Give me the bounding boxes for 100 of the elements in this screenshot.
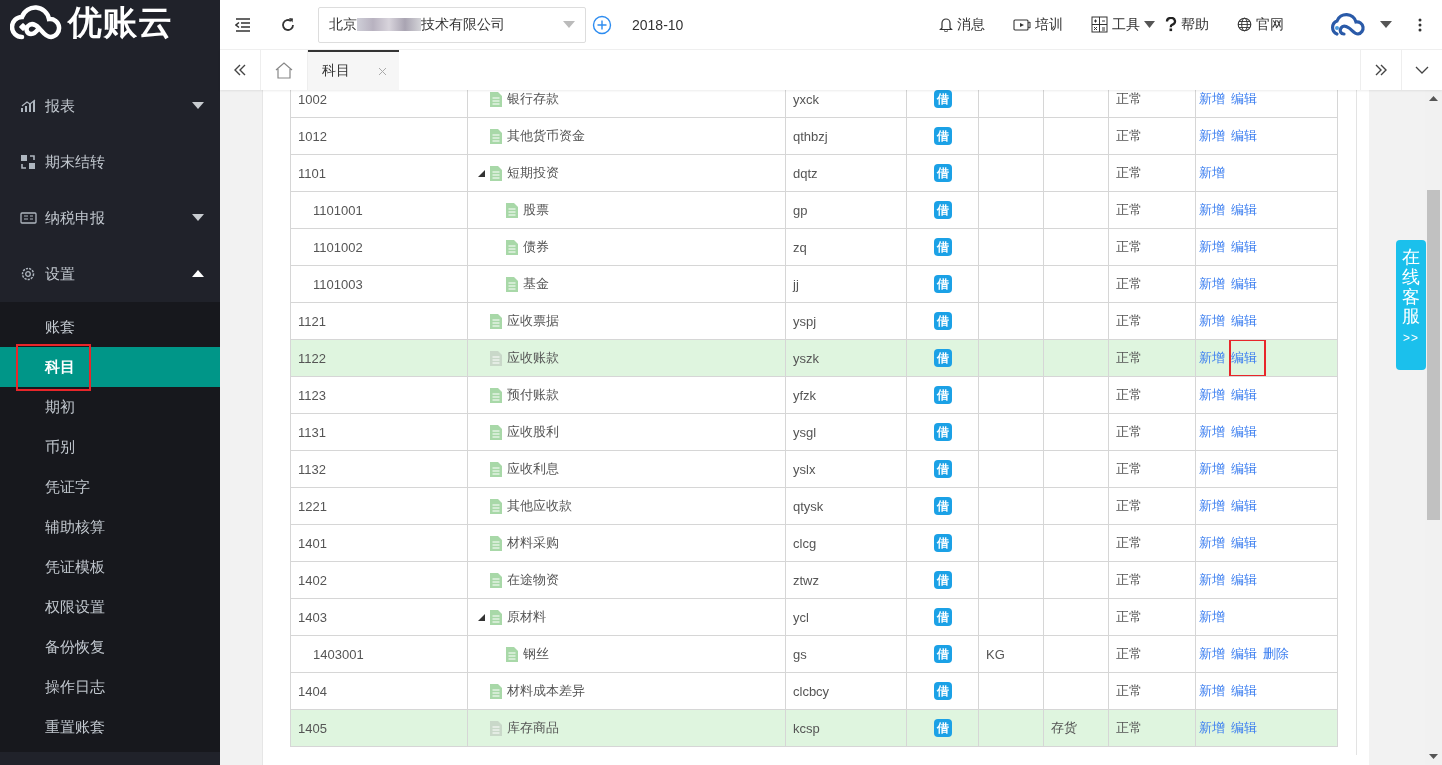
expanded-arrow-icon[interactable] <box>478 169 485 177</box>
edit-link[interactable]: 编辑 <box>1231 460 1257 478</box>
status-text: 正常 <box>1116 91 1142 106</box>
delete-link[interactable]: 删除 <box>1263 645 1289 663</box>
edit-link[interactable]: 编辑 <box>1231 534 1257 552</box>
subject-code: 1131 <box>298 424 326 440</box>
add-link[interactable]: 新增 <box>1199 127 1225 145</box>
submenu-item[interactable]: 重置账套 <box>0 707 220 747</box>
sidebar-item[interactable]: 报表 <box>45 96 75 116</box>
edit-link[interactable]: 编辑 <box>1231 90 1257 108</box>
table-row[interactable]: 1403001 钢丝 gs 借 KG 正常 新增 编辑 删除 <box>290 635 1338 673</box>
company-select[interactable]: 北京 技术有限公司 <box>318 6 586 43</box>
edit-link[interactable]: 编辑 <box>1231 201 1257 219</box>
add-link[interactable]: 新增 <box>1199 682 1225 700</box>
edit-link[interactable]: 编辑 <box>1231 571 1257 589</box>
add-link[interactable]: 新增 <box>1199 534 1225 552</box>
scroll-down-icon[interactable] <box>1429 754 1438 759</box>
sidebar-item[interactable]: 期末结转 <box>45 152 105 172</box>
edit-link[interactable]: 编辑 <box>1231 312 1257 330</box>
expanded-arrow-icon[interactable] <box>478 613 485 621</box>
table-row[interactable]: 1002 银行存款 yxck 借 正常 新增 编辑 <box>290 90 1338 118</box>
table-row[interactable]: 1402 在途物资 ztwz 借 正常 新增 编辑 <box>290 561 1338 599</box>
table-row[interactable]: 1404 材料成本差异 clcbcy 借 正常 新增 编辑 <box>290 672 1338 710</box>
edit-link[interactable]: 编辑 <box>1231 238 1257 256</box>
add-link[interactable]: 新增 <box>1199 423 1225 441</box>
globe-icon <box>1237 17 1252 32</box>
sidebar-item[interactable]: 设置 <box>45 264 75 284</box>
edit-link[interactable]: 编辑 <box>1231 645 1257 663</box>
table-row[interactable]: 1221 其他应收款 qtysk 借 正常 新增 编辑 <box>290 487 1338 525</box>
submenu-item[interactable]: 凭证字 <box>0 467 220 507</box>
edit-link[interactable]: 编辑 <box>1231 275 1257 293</box>
subject-name: 短期投资 <box>507 164 559 182</box>
toolbar-link[interactable]: 帮助 <box>1165 15 1209 34</box>
more-icon[interactable] <box>1418 17 1422 32</box>
table-row[interactable]: 1101003 基金 jj 借 正常 新增 编辑 <box>290 265 1338 303</box>
edit-link[interactable]: 编辑 <box>1229 340 1266 376</box>
add-link[interactable]: 新增 <box>1199 164 1225 182</box>
subject-code: 1403 <box>298 609 327 625</box>
add-link[interactable]: 新增 <box>1199 497 1225 515</box>
direction-badge: 借 <box>933 497 952 515</box>
submenu-item[interactable]: 辅助核算 <box>0 507 220 547</box>
table-row[interactable]: 1403 原材料 ycl 借 正常 新增 <box>290 598 1338 636</box>
submenu-item[interactable]: 权限设置 <box>0 587 220 627</box>
edit-link[interactable]: 编辑 <box>1231 386 1257 404</box>
add-link[interactable]: 新增 <box>1199 238 1225 256</box>
direction-badge: 借 <box>933 608 952 626</box>
submenu-item[interactable]: 备份恢复 <box>0 627 220 667</box>
redacted-text-icon <box>357 18 421 31</box>
add-icon[interactable] <box>592 14 612 35</box>
page-tab[interactable]: 科目 <box>308 50 399 90</box>
add-link[interactable]: 新增 <box>1199 460 1225 478</box>
add-link[interactable]: 新增 <box>1199 349 1225 367</box>
submenu-item[interactable]: 期初 <box>0 387 220 427</box>
caret-icon[interactable] <box>1380 21 1392 28</box>
edit-link[interactable]: 编辑 <box>1231 497 1257 515</box>
table-row[interactable]: 1101001 股票 gp 借 正常 新增 编辑 <box>290 191 1338 229</box>
submenu-item[interactable]: 凭证模板 <box>0 547 220 587</box>
table-row[interactable]: 1122 应收账款 yszk 借 正常 新增 编辑 <box>290 339 1338 377</box>
edit-link[interactable]: 编辑 <box>1231 719 1257 737</box>
add-link[interactable]: 新增 <box>1199 275 1225 293</box>
submenu-item[interactable]: 操作日志 <box>0 667 220 707</box>
direction-badge: 借 <box>933 201 952 219</box>
table-row[interactable]: 1121 应收票据 yspj 借 正常 新增 编辑 <box>290 302 1338 340</box>
subject-name: 应收利息 <box>507 460 559 478</box>
document-icon <box>506 239 518 255</box>
status-text: 正常 <box>1116 461 1142 476</box>
status-text: 正常 <box>1116 313 1142 328</box>
add-link[interactable]: 新增 <box>1199 312 1225 330</box>
add-link[interactable]: 新增 <box>1199 719 1225 737</box>
edit-link[interactable]: 编辑 <box>1231 127 1257 145</box>
direction-badge: 借 <box>933 238 952 256</box>
subject-code: 1132 <box>298 461 326 477</box>
table-row[interactable]: 1401 材料采购 clcg 借 正常 新增 编辑 <box>290 524 1338 562</box>
add-link[interactable]: 新增 <box>1199 201 1225 219</box>
table-row[interactable]: 1012 其他货币资金 qthbzj 借 正常 新增 编辑 <box>290 117 1338 155</box>
sidebar-item[interactable]: 纳税申报 <box>45 208 105 228</box>
add-link[interactable]: 新增 <box>1199 608 1225 626</box>
period-label[interactable]: 2018-10 <box>632 16 684 33</box>
direction-badge: 借 <box>933 534 952 552</box>
submenu-item[interactable]: 账套 <box>0 307 220 347</box>
toolbar-link[interactable]: 官网 <box>1237 15 1284 34</box>
subject-code: 1002 <box>298 91 327 107</box>
toolbar-link[interactable]: 培训 <box>1013 15 1063 34</box>
add-link[interactable]: 新增 <box>1199 90 1225 108</box>
table-row[interactable]: 1132 应收利息 yslx 借 正常 新增 编辑 <box>290 450 1338 488</box>
table-row[interactable]: 1405 库存商品 kcsp 借 存货 正常 新增 编辑 <box>290 709 1338 747</box>
table-row[interactable]: 1131 应收股利 ysgl 借 正常 新增 编辑 <box>290 413 1338 451</box>
toolbar-link[interactable]: 消息 <box>939 15 985 34</box>
table-row[interactable]: 1101 短期投资 dqtz 借 正常 新增 <box>290 154 1338 192</box>
table-row[interactable]: 1101002 债券 zq 借 正常 新增 编辑 <box>290 228 1338 266</box>
add-link[interactable]: 新增 <box>1199 645 1225 663</box>
edit-link[interactable]: 编辑 <box>1231 682 1257 700</box>
table-row[interactable]: 1123 预付账款 yfzk 借 正常 新增 编辑 <box>290 376 1338 414</box>
edit-link[interactable]: 编辑 <box>1231 423 1257 441</box>
add-link[interactable]: 新增 <box>1199 386 1225 404</box>
submenu-item[interactable]: 币别 <box>0 427 220 467</box>
scroll-up-icon[interactable] <box>1429 96 1438 101</box>
add-link[interactable]: 新增 <box>1199 571 1225 589</box>
pinyin-code: dqtz <box>793 165 818 181</box>
toolbar-link[interactable]: 工具 <box>1091 15 1155 34</box>
